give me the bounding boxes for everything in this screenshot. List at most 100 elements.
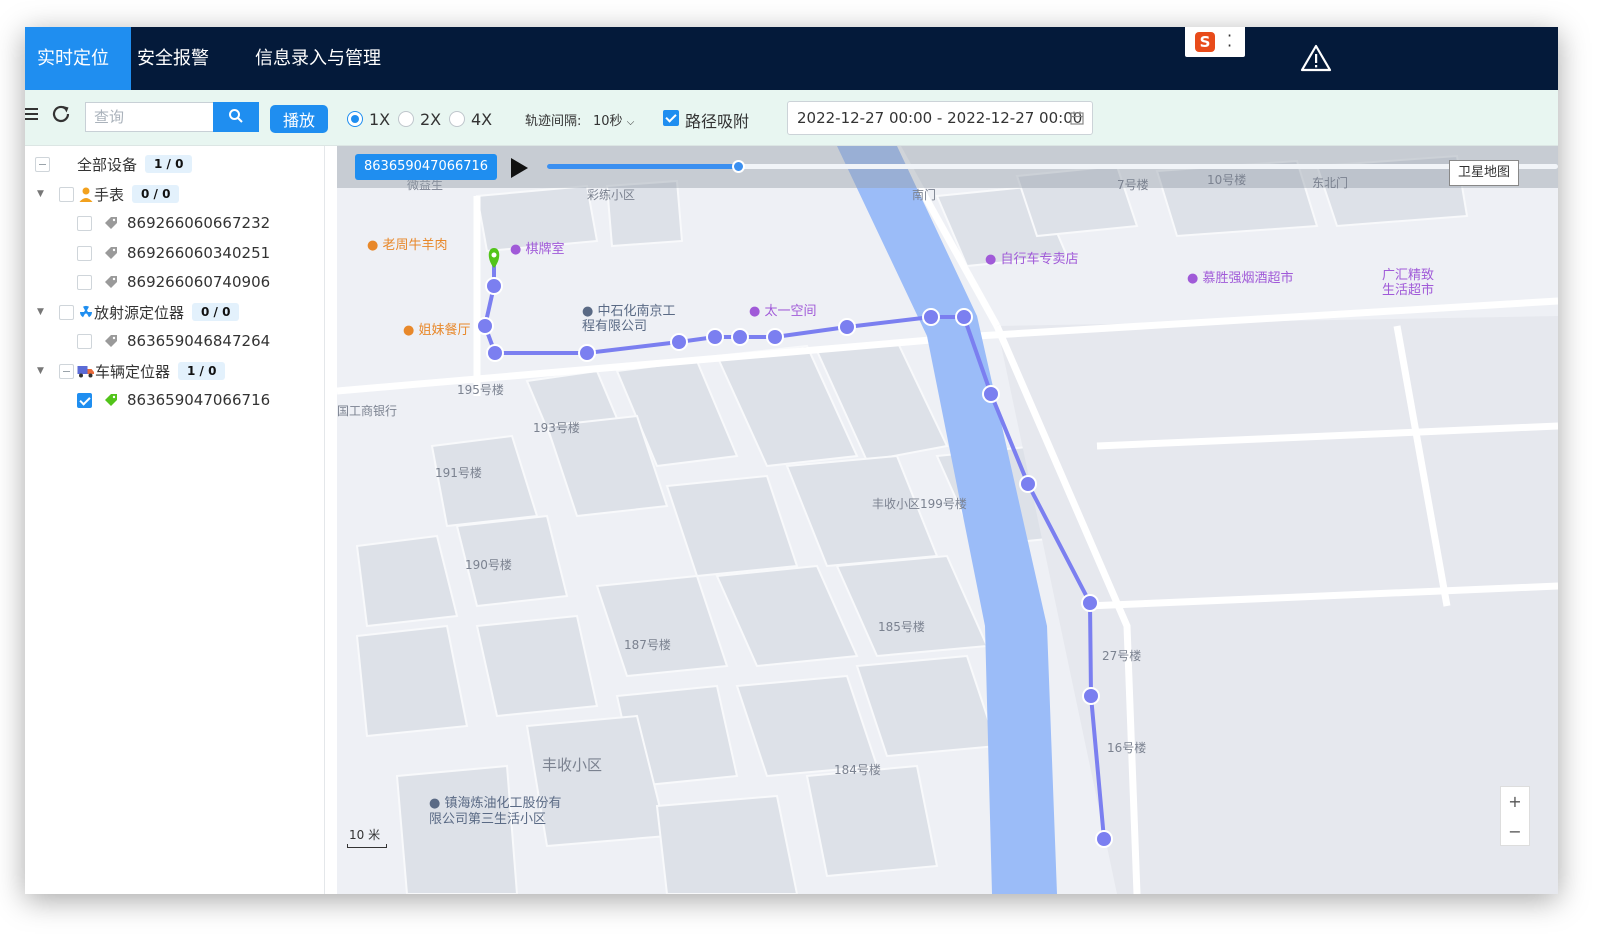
caret-down-icon[interactable]: ▼	[37, 189, 47, 199]
menu-icon[interactable]	[25, 106, 39, 122]
app-window: 实时定位 安全报警 信息录入与管理 S · · 查询 播放 1X 2X 4X 轨…	[25, 27, 1558, 894]
speed-4x-radio[interactable]: 4X	[449, 109, 493, 129]
map-label-building: 193号楼	[533, 421, 580, 435]
playback-progress-fill	[547, 164, 740, 169]
poi-label-text: 中石化南京工程有限公司	[582, 304, 676, 334]
poi-label-text: 老周牛羊肉	[382, 238, 448, 253]
radio-dot	[347, 111, 363, 127]
map-label-area: 丰收小区	[542, 756, 603, 774]
tree-device-row[interactable]: 869266060340251	[77, 241, 270, 265]
radiation-icon	[80, 305, 92, 318]
search-input[interactable]	[85, 102, 213, 132]
tree-checkbox[interactable]	[59, 186, 74, 202]
play-icon[interactable]	[509, 157, 529, 179]
game-icon: ●	[510, 242, 526, 257]
tag-icon	[105, 276, 117, 288]
tree-device-row[interactable]: 863659046847264	[77, 329, 270, 353]
speed-2x-label: 2X	[420, 109, 442, 129]
extension-s-icon: S	[1195, 32, 1215, 52]
tag-icon	[105, 247, 117, 259]
map-label-building: 7号楼	[1117, 178, 1149, 192]
zoom-out-icon[interactable]: −	[1501, 817, 1529, 847]
zoom-control[interactable]: + −	[1500, 786, 1530, 846]
map-label-building: 195号楼	[457, 383, 504, 397]
tree-checkbox[interactable]	[77, 392, 92, 408]
warning-icon[interactable]	[1300, 44, 1332, 72]
tree-group-radiation-locator[interactable]: ▼ 放射源定位器 0 / 0	[37, 300, 240, 324]
poi-label-text: 慕胜强烟酒超市	[1202, 271, 1294, 286]
map-label-building: 16号楼	[1107, 741, 1147, 755]
poi-guanghui-supermarket[interactable]: 广汇精致生活超市	[1382, 268, 1442, 298]
poi-tobacco-store[interactable]: ● 慕胜强烟酒超市	[1187, 267, 1294, 286]
tree-device-row[interactable]: 869266060667232	[77, 211, 270, 235]
map-label-building: 27号楼	[1102, 649, 1142, 663]
tab-info-management[interactable]: 信息录入与管理	[233, 27, 403, 90]
refresh-icon[interactable]	[50, 103, 72, 125]
poi-label-text: 太一空间	[764, 304, 817, 319]
speed-4x-label: 4X	[471, 109, 493, 129]
zoom-in-icon[interactable]: +	[1501, 787, 1529, 817]
poi-label-text: 自行车专卖店	[1000, 252, 1079, 267]
playback-progress-knob[interactable]	[732, 160, 746, 173]
tree-checkbox[interactable]	[59, 304, 74, 320]
count-badge: 1 / 0	[178, 362, 226, 380]
poi-sister-restaurant[interactable]: ● 姐妹餐厅	[403, 319, 471, 338]
tree-group-watch[interactable]: ▼ 手表 0 / 0	[37, 182, 180, 206]
play-button[interactable]: 播放	[270, 105, 328, 133]
map-view[interactable]: 彩练小区 丰收小区 195号楼 193号楼 191号楼 190号楼 187号楼 …	[337, 146, 1558, 894]
speed-1x-label: 1X	[369, 109, 391, 129]
playback-progress-track[interactable]	[547, 160, 1558, 173]
toolbar: 播放 1X 2X 4X 轨迹间隔: 10秒 ⌵ 路径吸附 2022-12-27 …	[25, 90, 1558, 146]
tree-checkbox[interactable]	[77, 274, 92, 290]
map-label-building: 191号楼	[435, 466, 482, 480]
person-icon	[79, 187, 93, 202]
caret-down-icon[interactable]: ▼	[37, 307, 47, 317]
path-snap-checkbox[interactable]	[663, 110, 679, 126]
device-id: 869266060740906	[127, 273, 271, 291]
speed-2x-radio[interactable]: 2X	[398, 109, 442, 129]
shop-icon: ●	[749, 304, 765, 319]
start-marker-icon[interactable]	[488, 248, 500, 268]
date-range-picker[interactable]: 2022-12-27 00:00 - 2022-12-27 00:00	[787, 101, 1093, 135]
tree-device-row[interactable]: 863659047066716	[77, 388, 270, 412]
truck-icon	[77, 366, 94, 378]
speed-1x-radio[interactable]: 1X	[347, 109, 391, 129]
poi-chess-room[interactable]: ● 棋牌室	[510, 238, 565, 257]
tree-root-all-devices[interactable]: 全部设备 1 / 0	[35, 152, 193, 176]
map-scale-bar	[347, 844, 387, 848]
tree-group-label: 放射源定位器	[94, 303, 185, 322]
poi-taiyi-space[interactable]: ● 太一空间	[749, 300, 817, 319]
radio-dot	[398, 111, 414, 127]
tree-group-vehicle-locator[interactable]: ▼ 车辆定位器 1 / 0	[37, 359, 226, 383]
poi-sinopec[interactable]: ● 中石化南京工程有限公司	[582, 304, 682, 334]
poi-beef-shop[interactable]: ● 老周牛羊肉	[367, 234, 448, 253]
calendar-icon	[1070, 111, 1084, 125]
search-button[interactable]	[213, 102, 259, 132]
search-icon	[229, 108, 243, 123]
tag-icon	[105, 335, 117, 347]
device-tree-sidebar: 全部设备 1 / 0 ▼ 手表 0 / 0 869266060667232 86…	[25, 146, 325, 894]
tree-checkbox[interactable]	[59, 363, 74, 379]
satellite-map-button[interactable]: 卫星地图	[1449, 160, 1519, 186]
map-label-area: 彩练小区	[587, 188, 636, 202]
device-id: 863659046847264	[127, 332, 271, 350]
caret-down-icon[interactable]: ▼	[37, 366, 47, 376]
poi-zhenhai-community[interactable]: ● 镇海炼油化工股份有限公司第三生活小区	[429, 796, 569, 828]
browser-extension-badge[interactable]: S · ·	[1185, 27, 1245, 57]
tree-device-row[interactable]: 869266060740906	[77, 270, 270, 294]
interval-select[interactable]: 10秒 ⌵	[593, 110, 634, 129]
tree-checkbox[interactable]	[77, 215, 92, 231]
playback-panel: 863659047066716 卫星地图	[337, 146, 1558, 188]
poi-label-text: 镇海炼油化工股份有限公司第三生活小区	[429, 796, 562, 827]
count-badge: 0 / 0	[192, 303, 240, 321]
playback-device-tag: 863659047066716	[355, 154, 498, 180]
count-badge: 1 / 0	[145, 155, 193, 173]
tree-checkbox[interactable]	[77, 333, 92, 349]
map-label-building: 10号楼	[1207, 173, 1247, 187]
tree-checkbox[interactable]	[77, 245, 92, 261]
device-id: 863659047066716	[127, 391, 271, 409]
poi-bike-shop[interactable]: ● 自行车专卖店	[985, 248, 1079, 267]
tab-security-alarm[interactable]: 安全报警	[115, 27, 231, 90]
tree-checkbox[interactable]	[35, 156, 50, 172]
community-icon: ●	[429, 796, 445, 811]
